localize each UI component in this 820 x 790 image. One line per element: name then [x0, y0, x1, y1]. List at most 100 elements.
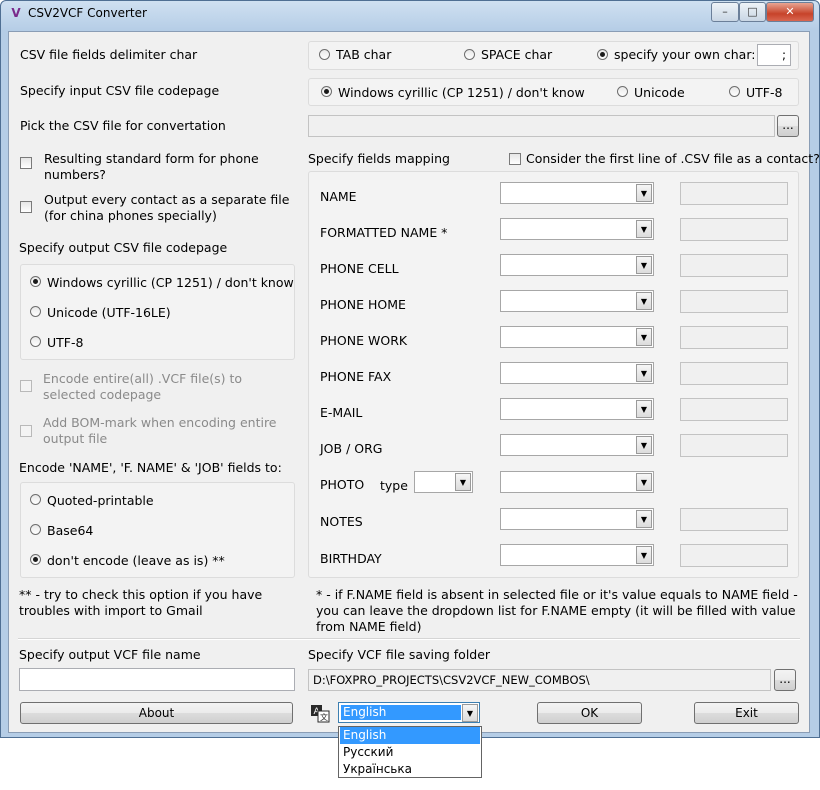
- field-combo-phone-cell[interactable]: ▼: [500, 254, 654, 276]
- field-preview-notes: [680, 508, 788, 531]
- input-utf8-radio[interactable]: [729, 86, 740, 97]
- app-icon: V: [11, 6, 21, 20]
- gmail-note: ** - try to check this option if you hav…: [19, 587, 263, 618]
- language-option-russian[interactable]: Русский: [340, 744, 480, 761]
- saving-folder-input[interactable]: D:\FOXPRO_PROJECTS\CSV2VCF_NEW_COMBOS\: [308, 669, 771, 691]
- field-label-job-org: JOB / ORG: [320, 441, 383, 456]
- chevron-down-icon: ▼: [636, 436, 652, 454]
- base64-radio[interactable]: [30, 524, 41, 535]
- photo-type-combo[interactable]: ▼: [414, 471, 473, 493]
- output-name-input[interactable]: [19, 668, 295, 691]
- chevron-down-icon: ▼: [636, 546, 652, 564]
- input-unicode-radio[interactable]: [617, 86, 628, 97]
- field-combo-phone-home[interactable]: ▼: [500, 290, 654, 312]
- input-cp1251-label[interactable]: Windows cyrillic (CP 1251) / don't know: [338, 85, 585, 100]
- chevron-down-icon: ▼: [636, 328, 652, 346]
- field-combo-name[interactable]: ▼: [500, 182, 654, 204]
- output-unicode-label[interactable]: Unicode (UTF-16LE): [47, 305, 171, 320]
- browse-csv-button[interactable]: ...: [777, 115, 799, 137]
- field-combo-phone-fax[interactable]: ▼: [500, 362, 654, 384]
- output-unicode-radio[interactable]: [30, 306, 41, 317]
- phone-form-checkbox[interactable]: [20, 157, 32, 169]
- browse-folder-button[interactable]: ...: [774, 669, 796, 691]
- output-codepage-label: Specify output CSV file codepage: [19, 240, 228, 255]
- bom-mark-checkbox[interactable]: [20, 425, 32, 437]
- separate-file-checkbox[interactable]: [20, 201, 32, 213]
- csv-file-path-input[interactable]: [308, 115, 775, 137]
- encode-entire-checkbox[interactable]: [20, 380, 32, 392]
- field-label-phone-fax: PHONE FAX: [320, 369, 392, 384]
- own-char-input[interactable]: ;: [757, 44, 791, 66]
- fields-mapping-label: Specify fields mapping: [308, 151, 450, 166]
- dont-encode-label[interactable]: don't encode (leave as is) **: [47, 553, 225, 568]
- field-preview-email: [680, 398, 788, 421]
- svg-text:文: 文: [320, 712, 328, 722]
- ok-button[interactable]: OK: [537, 702, 642, 724]
- chevron-down-icon: ▼: [636, 184, 652, 202]
- field-label-email: E-MAIL: [320, 405, 363, 420]
- delimiter-own-label[interactable]: specify your own char:: [614, 47, 755, 62]
- first-line-checkbox[interactable]: [509, 153, 521, 165]
- quoted-printable-radio[interactable]: [30, 494, 41, 505]
- phone-form-label[interactable]: Resulting standard form for phone number…: [44, 151, 289, 183]
- field-preview-phone-home: [680, 290, 788, 313]
- output-cp1251-label[interactable]: Windows cyrillic (CP 1251) / don't know: [47, 275, 294, 290]
- output-utf8-radio[interactable]: [30, 336, 41, 347]
- chevron-down-icon: ▼: [636, 510, 652, 528]
- title-bar[interactable]: V CSV2VCF Converter – □ ✕: [0, 0, 818, 26]
- delimiter-label: CSV file fields delimiter char: [20, 47, 198, 62]
- dont-encode-radio[interactable]: [30, 554, 41, 565]
- field-preview-name: [680, 182, 788, 205]
- chevron-down-icon: ▼: [636, 364, 652, 382]
- input-unicode-label[interactable]: Unicode: [634, 85, 685, 100]
- input-codepage-label: Specify input CSV file codepage: [20, 83, 220, 98]
- chevron-down-icon: ▼: [636, 400, 652, 418]
- field-label-formatted-name: FORMATTED NAME *: [320, 225, 448, 240]
- field-combo-job-org[interactable]: ▼: [500, 434, 654, 456]
- field-label-phone-home: PHONE HOME: [320, 297, 406, 312]
- chevron-down-icon: ▼: [636, 292, 652, 310]
- field-preview-phone-cell: [680, 254, 788, 277]
- delimiter-space-label[interactable]: SPACE char: [481, 47, 552, 62]
- close-button[interactable]: ✕: [766, 2, 814, 22]
- input-utf8-label[interactable]: UTF-8: [746, 85, 782, 100]
- field-label-phone-cell: PHONE CELL: [320, 261, 399, 276]
- separate-file-label[interactable]: Output every contact as a separate file …: [44, 192, 294, 224]
- field-combo-birthday[interactable]: ▼: [500, 544, 654, 566]
- chevron-down-icon: ▼: [636, 473, 652, 491]
- maximize-button[interactable]: □: [739, 2, 766, 22]
- about-button[interactable]: About: [20, 702, 293, 724]
- delimiter-tab-label[interactable]: TAB char: [336, 47, 391, 62]
- chevron-down-icon: ▼: [636, 256, 652, 274]
- field-combo-formatted-name[interactable]: ▼: [500, 218, 654, 240]
- language-combo[interactable]: English ▼: [338, 702, 480, 723]
- bom-mark-label[interactable]: Add BOM-mark when encoding entire output…: [43, 415, 293, 447]
- output-utf8-label[interactable]: UTF-8: [47, 335, 83, 350]
- pick-file-label: Pick the CSV file for convertation: [20, 118, 226, 133]
- encode-entire-label[interactable]: Encode entire(all) .VCF file(s) to selec…: [43, 371, 293, 403]
- delimiter-tab-radio[interactable]: [319, 49, 330, 60]
- delimiter-space-radio[interactable]: [464, 49, 475, 60]
- language-icon: A 文: [310, 703, 330, 723]
- field-combo-email[interactable]: ▼: [500, 398, 654, 420]
- divider: [18, 638, 800, 640]
- first-line-label[interactable]: Consider the first line of .CSV file as …: [526, 151, 820, 166]
- field-label-photo: PHOTO: [320, 477, 365, 492]
- field-combo-notes[interactable]: ▼: [500, 508, 654, 530]
- base64-label[interactable]: Base64: [47, 523, 93, 538]
- encode-fields-label: Encode 'NAME', 'F. NAME' & 'JOB' fields …: [19, 460, 282, 475]
- quoted-printable-label[interactable]: Quoted-printable: [47, 493, 154, 508]
- chevron-down-icon: ▼: [636, 220, 652, 238]
- language-option-ukrainian[interactable]: Українська: [340, 761, 480, 778]
- language-option-english[interactable]: English: [340, 727, 480, 744]
- minimize-button[interactable]: –: [711, 2, 739, 22]
- chevron-down-icon: ▼: [462, 704, 478, 722]
- language-selected: English: [341, 705, 461, 720]
- output-cp1251-radio[interactable]: [30, 276, 41, 287]
- delimiter-own-radio[interactable]: [597, 49, 608, 60]
- field-combo-photo[interactable]: ▼: [500, 471, 654, 493]
- chevron-down-icon: ▼: [455, 473, 471, 491]
- field-combo-phone-work[interactable]: ▼: [500, 326, 654, 348]
- exit-button[interactable]: Exit: [694, 702, 799, 724]
- input-cp1251-radio[interactable]: [321, 86, 332, 97]
